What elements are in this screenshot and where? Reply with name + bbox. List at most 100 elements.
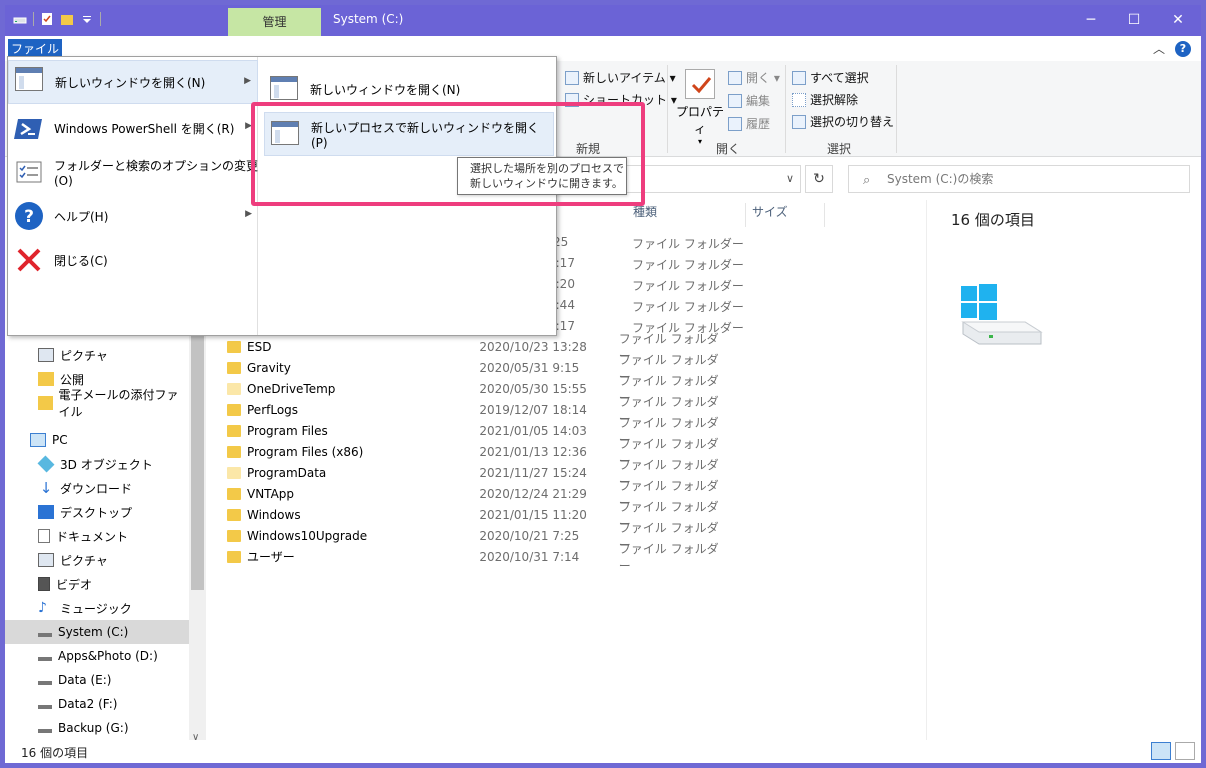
nav-item-data-e[interactable]: Data (E:)	[5, 668, 189, 692]
status-item-count: 16 個の項目	[21, 746, 89, 760]
file-date: 2020/05/31 9:15	[479, 360, 580, 375]
select-all-button[interactable]: すべて選択	[792, 69, 869, 86]
menu-item-label: フォルダーと検索のオプションの変更(O)	[54, 158, 259, 188]
videos-icon	[38, 577, 50, 591]
menu-help[interactable]: ? ヘルプ(H) ▶	[8, 194, 258, 238]
select-none-icon	[792, 92, 806, 107]
large-icons-view-icon[interactable]	[1175, 742, 1195, 760]
folder-icon	[227, 487, 241, 500]
row-type: ファイル フォルダー	[632, 300, 744, 314]
nav-item-pictures[interactable]: ピクチャ	[5, 548, 189, 572]
nav-item-3d-objects[interactable]: 3D オブジェクト	[5, 452, 189, 476]
search-placeholder: System (C:)の検索	[887, 172, 994, 186]
invert-selection-icon	[792, 114, 806, 129]
ribbon-help-area: ︿ ?	[1153, 40, 1191, 57]
properties-button[interactable]: プロパティ ▾	[675, 69, 725, 146]
nav-item-label: Data (E:)	[58, 673, 112, 687]
column-header-type[interactable]: 種類	[633, 203, 657, 225]
close-button[interactable]: ✕	[1155, 5, 1201, 36]
menu-folder-options[interactable]: フォルダーと検索のオプションの変更(O)	[8, 150, 258, 194]
new-item-icon	[565, 70, 579, 85]
context-tab-manage[interactable]: 管理	[228, 8, 321, 36]
nav-item-downloads[interactable]: ↓ ダウンロード	[5, 476, 189, 500]
history-button[interactable]: 履歴	[728, 115, 770, 132]
details-pane-divider[interactable]	[926, 200, 927, 745]
file-type: ファイル フォルダー	[618, 541, 719, 573]
nav-item-label: ピクチャ	[60, 348, 108, 363]
column-separator[interactable]	[745, 203, 746, 227]
powershell-icon	[14, 113, 44, 143]
minimize-button[interactable]: ─	[1068, 5, 1114, 36]
details-view-icon[interactable]	[1151, 742, 1171, 760]
file-name: ESD	[247, 339, 272, 354]
nav-item-pc[interactable]: PC	[5, 428, 189, 452]
nav-item-label: System (C:)	[58, 625, 129, 639]
nav-item-apps-photo-d[interactable]: Apps&Photo (D:)	[5, 644, 189, 668]
file-date: 2020/10/31 7:14	[479, 549, 580, 564]
search-icon: ⌕	[863, 173, 871, 188]
file-name: Windows	[247, 507, 301, 522]
nav-item-documents[interactable]: ドキュメント	[5, 524, 189, 548]
qat-separator	[100, 12, 101, 26]
menu-open-powershell[interactable]: Windows PowerShell を開く(R) ▶	[8, 106, 258, 150]
row-type: ファイル フォルダー	[632, 258, 744, 272]
file-row[interactable]: ユーザー 2020/10/31 7:14 ファイル フォルダー	[227, 542, 727, 573]
chevron-down-icon[interactable]: ∨	[786, 172, 794, 185]
drive-icon	[38, 699, 52, 709]
nav-item-videos[interactable]: ビデオ	[5, 572, 189, 596]
menu-open-new-window[interactable]: 新しいウィンドウを開く(N) ▶	[8, 60, 258, 104]
chevron-right-icon: ▶	[244, 76, 251, 86]
folder-icon	[227, 445, 241, 458]
file-date: 2019/12/07 18:14	[479, 402, 587, 417]
nav-item-data2-f[interactable]: Data2 (F:)	[5, 692, 189, 716]
details-item-count: 16 個の項目	[951, 211, 1035, 229]
nav-item-system-c[interactable]: System (C:)	[5, 620, 189, 644]
nav-item-label: ミュージック	[60, 601, 132, 616]
drive-icon[interactable]	[13, 12, 27, 26]
new-folder-icon[interactable]	[60, 12, 74, 26]
select-none-button[interactable]: 選択解除	[792, 91, 858, 108]
column-separator[interactable]	[824, 203, 825, 227]
folder-icon	[227, 529, 241, 542]
close-x-icon	[14, 245, 44, 275]
search-input[interactable]: ⌕ System (C:)の検索	[848, 165, 1190, 193]
help-icon[interactable]: ?	[1175, 40, 1191, 57]
history-icon	[728, 116, 742, 131]
nav-item-music[interactable]: ♪ ミュージック	[5, 596, 189, 620]
menu-item-label: 閉じる(C)	[54, 253, 108, 268]
nav-item-backup-g[interactable]: Backup (G:)	[5, 716, 189, 740]
pictures-icon	[38, 348, 54, 362]
drive-icon	[38, 651, 52, 661]
column-header-size[interactable]: サイズ	[752, 203, 788, 225]
nav-item-label: ドキュメント	[56, 529, 129, 544]
select-all-label: すべて選択	[810, 71, 869, 85]
maximize-button[interactable]: ☐	[1111, 5, 1157, 36]
refresh-button[interactable]: ↻	[805, 165, 833, 193]
nav-item-email-attachments[interactable]: 電子メールの添付ファイル	[5, 388, 189, 419]
file-date: 2020/10/21 7:25	[479, 528, 580, 543]
menu-item-label: 新しいウィンドウを開く(N)	[55, 75, 206, 90]
chevron-up-icon[interactable]: ︿	[1153, 40, 1165, 57]
edit-button[interactable]: 編集	[728, 92, 770, 109]
quick-access-toolbar	[13, 12, 101, 26]
open-icon	[728, 70, 742, 85]
properties-check-icon[interactable]	[40, 12, 54, 26]
new-item-label: 新しいアイテム ▾	[583, 71, 676, 85]
menu-close[interactable]: 閉じる(C)	[8, 238, 258, 282]
invert-selection-button[interactable]: 選択の切り替え	[792, 113, 894, 130]
folder-icon	[227, 403, 241, 416]
nav-item-desktop[interactable]: デスクトップ	[5, 500, 189, 524]
nav-item-pictures-user[interactable]: ピクチャ	[5, 343, 189, 367]
nav-item-label: ダウンロード	[60, 481, 133, 496]
help-icon: ?	[14, 201, 44, 231]
drive-icon	[38, 627, 52, 637]
nav-item-label: PC	[52, 433, 68, 447]
file-name: Program Files (x86)	[247, 444, 364, 459]
new-item-button[interactable]: 新しいアイテム ▾	[565, 69, 676, 86]
nav-item-label: 3D オブジェクト	[60, 457, 153, 472]
file-date: 2021/01/05 14:03	[479, 423, 587, 438]
new-window-icon	[15, 67, 45, 97]
chevron-down-icon[interactable]	[80, 12, 94, 26]
folder-icon	[227, 361, 241, 374]
open-button[interactable]: 開く ▾	[728, 69, 780, 86]
